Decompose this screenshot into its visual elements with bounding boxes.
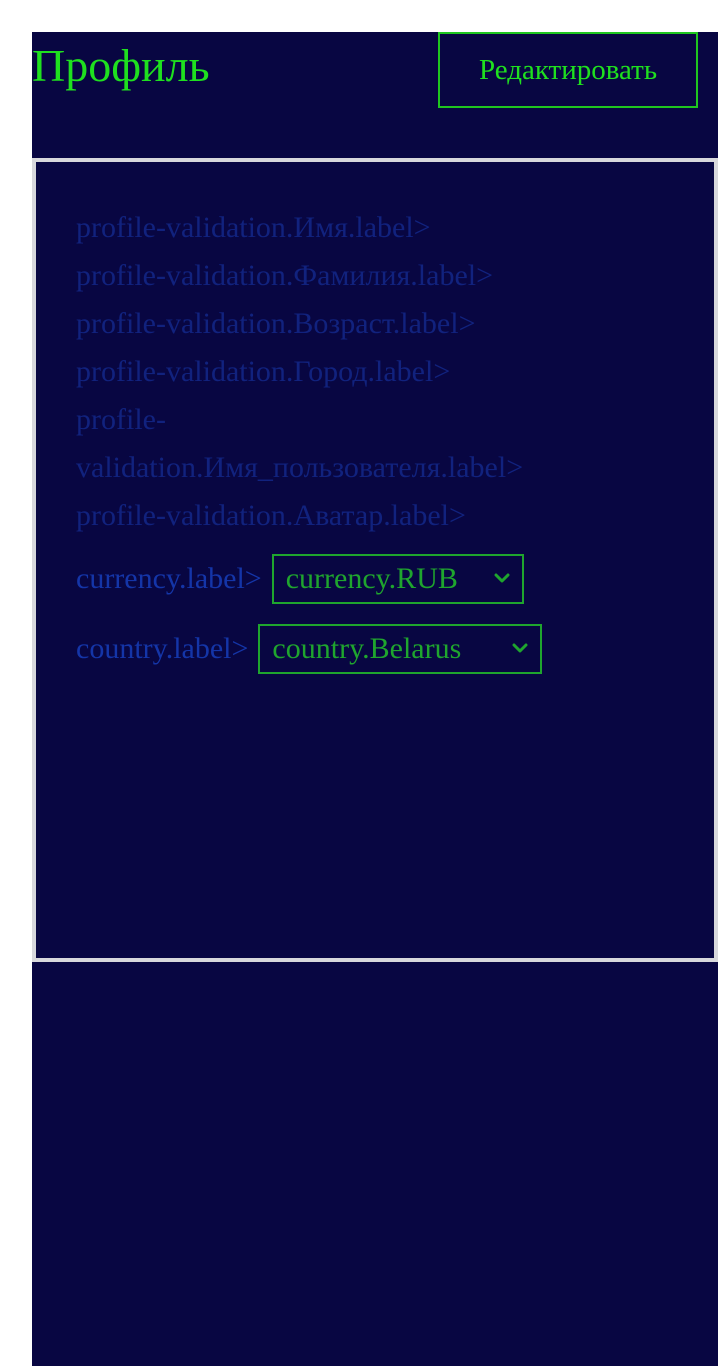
page-title: Профиль [32,40,210,91]
edit-button[interactable]: Редактировать [438,32,698,108]
chevron-down-icon [512,643,528,653]
profile-page: Профиль Редактировать profile-validation… [32,32,718,1366]
country-selected-value: country.Belarus [272,632,462,665]
field-label-username: profile-validation.Имя_пользователя.labe… [76,403,524,484]
field-label-city: profile-validation.Город.label> [76,355,451,388]
currency-row: currency.label> currency.RUB [76,554,714,604]
field-label-age: profile-validation.Возраст.label> [76,307,476,340]
chevron-down-icon [494,573,510,583]
profile-form: profile-validation.Имя.label> profile-va… [32,158,718,962]
field-label-first-name: profile-validation.Имя.label> [76,211,431,244]
field-label-avatar: profile-validation.Аватар.label> [76,499,466,532]
country-row: country.label> country.Belarus [76,624,714,674]
field-label-last-name: profile-validation.Фамилия.label> [76,259,494,292]
currency-label: currency.label> [76,562,262,595]
country-label: country.label> [76,632,249,665]
profile-header: Профиль Редактировать [32,32,718,158]
currency-selected-value: currency.RUB [285,562,458,595]
country-select[interactable]: country.Belarus [258,624,543,674]
currency-select[interactable]: currency.RUB [271,554,524,604]
